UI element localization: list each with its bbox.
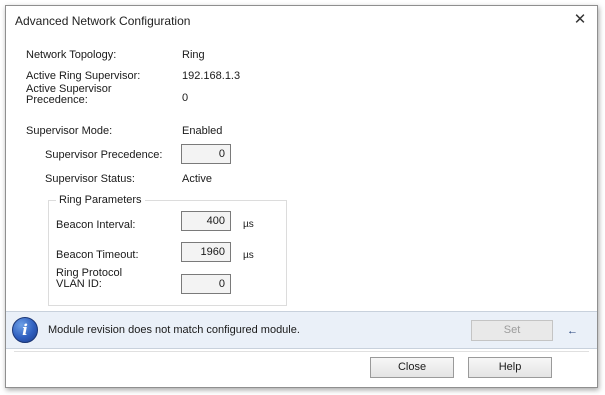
beacon-timeout-field[interactable]: 1960	[181, 242, 231, 262]
status-message: Module revision does not match configure…	[48, 324, 300, 336]
network-topology-label: Network Topology:	[26, 49, 117, 61]
close-icon[interactable]: ✕	[569, 10, 591, 30]
beacon-interval-label: Beacon Interval:	[56, 219, 136, 231]
active-supervisor-precedence-value: 0	[182, 92, 189, 104]
dialog-title: Advanced Network Configuration	[15, 14, 191, 28]
supervisor-mode-value: Enabled	[182, 125, 223, 137]
advanced-network-configuration-dialog: Advanced Network Configuration ✕ Network…	[5, 5, 598, 388]
status-bar: i Module revision does not match configu…	[6, 311, 597, 349]
close-button[interactable]: Close	[370, 357, 454, 378]
set-button[interactable]: Set	[471, 320, 553, 341]
beacon-timeout-label: Beacon Timeout:	[56, 249, 139, 261]
arrow-left-icon: ←	[567, 325, 578, 337]
supervisor-status-value: Active	[182, 173, 212, 185]
network-topology-value: Ring	[182, 49, 205, 61]
help-button[interactable]: Help	[468, 357, 552, 378]
active-ring-supervisor-label: Active Ring Supervisor:	[26, 70, 141, 82]
supervisor-mode-label: Supervisor Mode:	[26, 125, 113, 137]
beacon-interval-unit: µs	[243, 219, 254, 230]
title-bar: Advanced Network Configuration ✕	[6, 6, 597, 36]
supervisor-precedence-label: Supervisor Precedence:	[45, 149, 163, 161]
beacon-interval-field[interactable]: 400	[181, 211, 231, 231]
supervisor-status-label: Supervisor Status:	[45, 173, 135, 185]
supervisor-precedence-field[interactable]: 0	[181, 144, 231, 164]
beacon-timeout-unit: µs	[243, 250, 254, 261]
info-icon: i	[12, 317, 38, 343]
ring-protocol-vlan-id-field[interactable]: 0	[181, 274, 231, 294]
ring-parameters-legend: Ring Parameters	[56, 194, 145, 206]
active-supervisor-precedence-label: Active Supervisor Precedence:	[26, 83, 112, 106]
footer-divider	[14, 351, 589, 352]
active-ring-supervisor-value: 192.168.1.3	[182, 70, 241, 82]
ring-protocol-vlan-id-label: Ring Protocol VLAN ID:	[56, 267, 123, 290]
